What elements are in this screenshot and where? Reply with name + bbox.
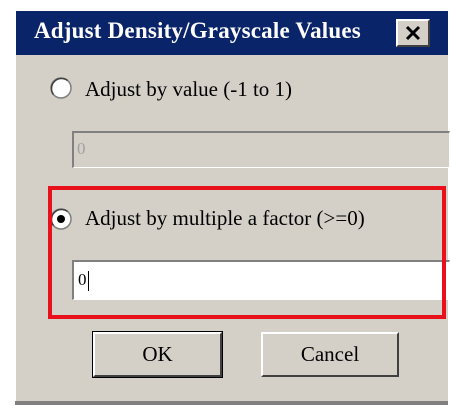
cancel-button-label: Cancel [300,342,360,366]
radio-adjust-by-value[interactable] [50,77,72,99]
cancel-button[interactable]: Cancel [261,332,399,377]
ok-button[interactable]: OK [92,331,223,378]
value-input-text: 0 [77,139,86,158]
close-x-icon [404,25,422,41]
value-input: 0 [72,131,450,168]
ok-button-label: OK [142,342,173,366]
dialog-title: Adjust Density/Grayscale Values [34,18,361,43]
dialog-bottom-edge [15,401,448,405]
title-bar[interactable]: Adjust Density/Grayscale Values [16,11,448,55]
label-adjust-by-value[interactable]: Adjust by value (-1 to 1) [85,77,292,102]
close-button[interactable] [396,19,430,47]
highlight-box [48,186,446,319]
